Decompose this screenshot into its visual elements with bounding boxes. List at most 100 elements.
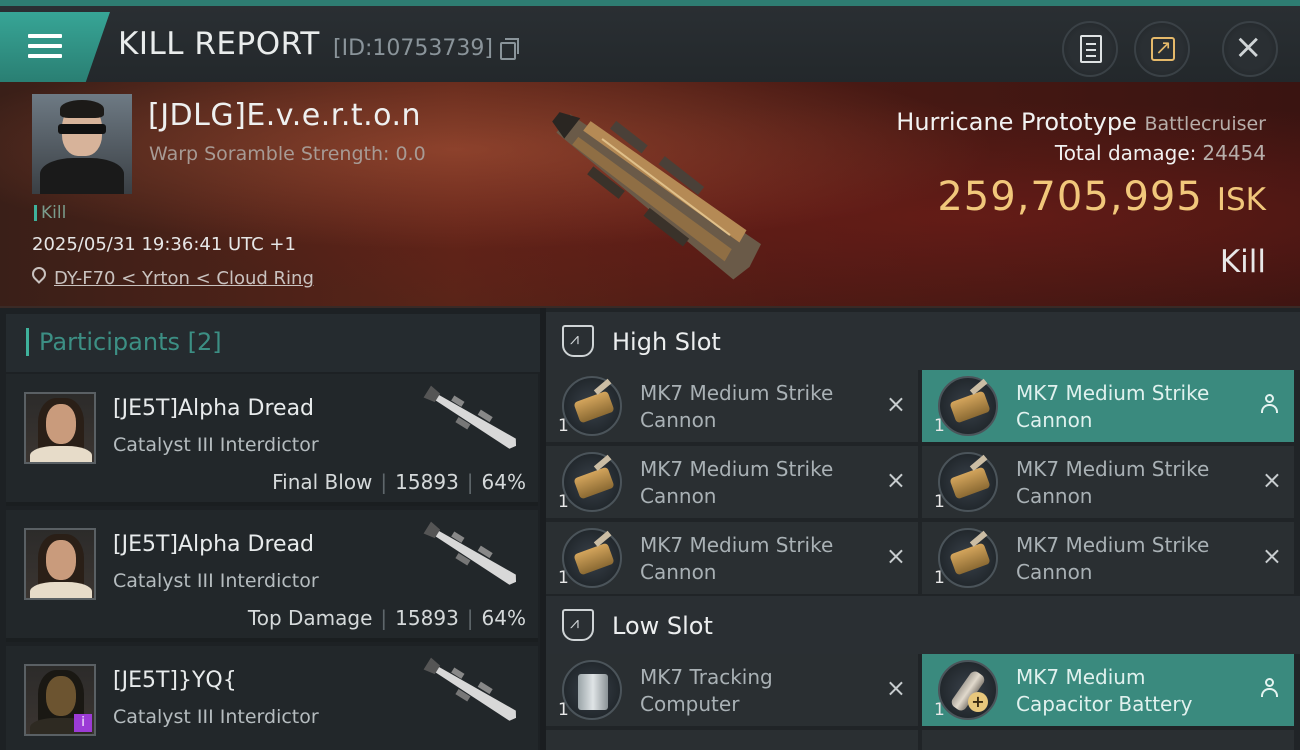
high-slot-header: High Slot	[546, 312, 1300, 370]
location-link[interactable]: DY-F70 < Yrton < Cloud Ring	[54, 268, 314, 289]
copy-icon[interactable]	[500, 38, 519, 60]
avatar[interactable]: i	[24, 664, 96, 736]
participant-percent: 64%	[481, 470, 526, 494]
avatar[interactable]	[24, 392, 96, 464]
avatar[interactable]	[24, 528, 96, 600]
module-quantity: 1	[558, 416, 569, 436]
module-item[interactable]: 1 MK7 Medium Strike Cannon ×	[922, 446, 1294, 518]
participant-role: Final Blow	[272, 470, 373, 494]
close-button[interactable]: ×	[1222, 21, 1278, 77]
kill-banner: [JDLG]E.v.e.r.t.o.n Warp Soramble Streng…	[0, 82, 1300, 308]
low-slot-title: Low Slot	[612, 612, 713, 640]
module-quantity: 1	[934, 416, 945, 436]
total-damage: Total damage: 24454	[1055, 141, 1266, 165]
capacitor-battery-icon: +	[938, 660, 998, 720]
module-name: MK7 Medium Strike Cannon	[640, 533, 834, 584]
module-item[interactable]: 1 MK7 Medium Strike Cannon ×	[546, 370, 918, 442]
ship-render	[552, 112, 762, 280]
cannon-icon	[562, 376, 622, 436]
victim-name[interactable]: [JDLG]E.v.e.r.t.o.n	[148, 98, 421, 133]
participant-percent: 64%	[481, 606, 526, 630]
module-quantity: 1	[558, 492, 569, 512]
module-item[interactable]: + 1 MK7 Medium Capacitor Battery	[922, 654, 1294, 726]
close-icon: ×	[1234, 27, 1263, 67]
module-name: MK7 Medium Strike Cannon	[1016, 457, 1210, 508]
destroyed-x-icon: ×	[1261, 466, 1282, 494]
module-name: MK7 Medium Capacitor Battery	[1016, 665, 1193, 716]
module-quantity: 1	[558, 568, 569, 588]
clipboard-button[interactable]	[1062, 21, 1118, 77]
page-title: KILL REPORT	[118, 26, 320, 62]
participant-row[interactable]: [JE5T]Alpha Dread Catalyst III Interdict…	[6, 374, 538, 506]
destroyed-x-icon: ×	[885, 390, 906, 418]
person-icon	[1260, 394, 1278, 416]
participants-count: [2]	[187, 328, 222, 356]
report-id: [ID:10753739]	[333, 36, 493, 61]
high-slot-icon	[562, 325, 594, 357]
module-quantity: 1	[934, 568, 945, 588]
module-item[interactable]: 1 MK7 Medium Strike Cannon	[922, 370, 1294, 442]
high-slot-title: High Slot	[612, 328, 721, 356]
location-pin-icon	[29, 264, 49, 284]
module-item[interactable]: 1 MK7 Medium Strike Cannon ×	[922, 522, 1294, 594]
ship-name: Hurricane Prototype Battlecruiser	[896, 108, 1266, 136]
module-name: MK7 Medium Strike Cannon	[1016, 381, 1210, 432]
participant-ship-icon	[423, 521, 517, 585]
ship-class: Battlecruiser	[1144, 113, 1266, 135]
cannon-icon	[938, 452, 998, 512]
isk-value: 259,705,995 ISK	[937, 174, 1266, 220]
participant-stats: Final Blow | 15893 | 64%	[272, 470, 526, 494]
result-label: Kill	[1219, 244, 1266, 280]
destroyed-x-icon: ×	[1261, 542, 1282, 570]
low-slot-icon	[562, 609, 594, 641]
cannon-icon	[938, 528, 998, 588]
cannon-icon	[562, 528, 622, 588]
menu-icon	[28, 34, 62, 38]
participant-damage: 15893	[395, 470, 459, 494]
total-damage-label: Total damage:	[1054, 141, 1197, 165]
module-quantity: 1	[558, 700, 569, 720]
module-name: MK7 Medium Strike Cannon	[640, 457, 834, 508]
participant-name: [JE5T]Alpha Dread	[113, 396, 315, 421]
participant-ship-icon	[423, 385, 517, 449]
module-name: MK7 Medium Strike Cannon	[1016, 533, 1210, 584]
participant-ship: Catalyst III Interdictor	[113, 434, 319, 456]
module-name: MK7 Tracking Computer	[640, 665, 773, 716]
participant-row[interactable]: i [JE5T]}YQ{ Catalyst III Interdictor	[6, 646, 538, 750]
info-badge-icon: i	[74, 714, 92, 732]
module-item-partial[interactable]	[922, 730, 1294, 750]
participants-title: Participants [2]	[26, 328, 222, 356]
participant-ship-icon	[423, 657, 517, 721]
kill-tag: Kill	[34, 205, 66, 222]
isk-amount: 259,705,995	[937, 174, 1203, 220]
cannon-icon	[938, 376, 998, 436]
module-quantity: 1	[934, 700, 945, 720]
module-item[interactable]: 1 MK7 Medium Strike Cannon ×	[546, 446, 918, 518]
participants-header: Participants [2]	[6, 314, 540, 372]
participant-stats: Top Damage | 15893 | 64%	[247, 606, 526, 630]
cannon-icon	[562, 452, 622, 512]
participant-ship: Catalyst III Interdictor	[113, 570, 319, 592]
menu-button[interactable]	[0, 12, 110, 82]
participant-row[interactable]: [JE5T]Alpha Dread Catalyst III Interdict…	[6, 510, 538, 642]
ship-name-label: Hurricane Prototype	[896, 108, 1137, 136]
isk-unit: ISK	[1216, 182, 1266, 218]
participant-name: [JE5T]Alpha Dread	[113, 532, 315, 557]
victim-portrait[interactable]	[32, 94, 132, 194]
module-item[interactable]: 1 MK7 Medium Strike Cannon ×	[546, 522, 918, 594]
participant-damage: 15893	[395, 606, 459, 630]
warp-scramble-strength: Warp Soramble Strength: 0.0	[149, 143, 426, 165]
participant-role: Top Damage	[247, 606, 373, 630]
share-button[interactable]	[1134, 21, 1190, 77]
module-item[interactable]: 1 MK7 Tracking Computer ×	[546, 654, 918, 726]
module-name: MK7 Medium Strike Cannon	[640, 381, 834, 432]
module-quantity: 1	[934, 492, 945, 512]
tracking-computer-icon	[562, 660, 622, 720]
destroyed-x-icon: ×	[885, 466, 906, 494]
module-item-partial[interactable]	[546, 730, 918, 750]
low-slot-header: Low Slot	[546, 596, 1300, 654]
destroyed-x-icon: ×	[885, 674, 906, 702]
top-bar: KILL REPORT [ID:10753739] ×	[0, 0, 1300, 82]
share-icon	[1151, 35, 1175, 61]
participant-name: [JE5T]}YQ{	[113, 668, 237, 693]
